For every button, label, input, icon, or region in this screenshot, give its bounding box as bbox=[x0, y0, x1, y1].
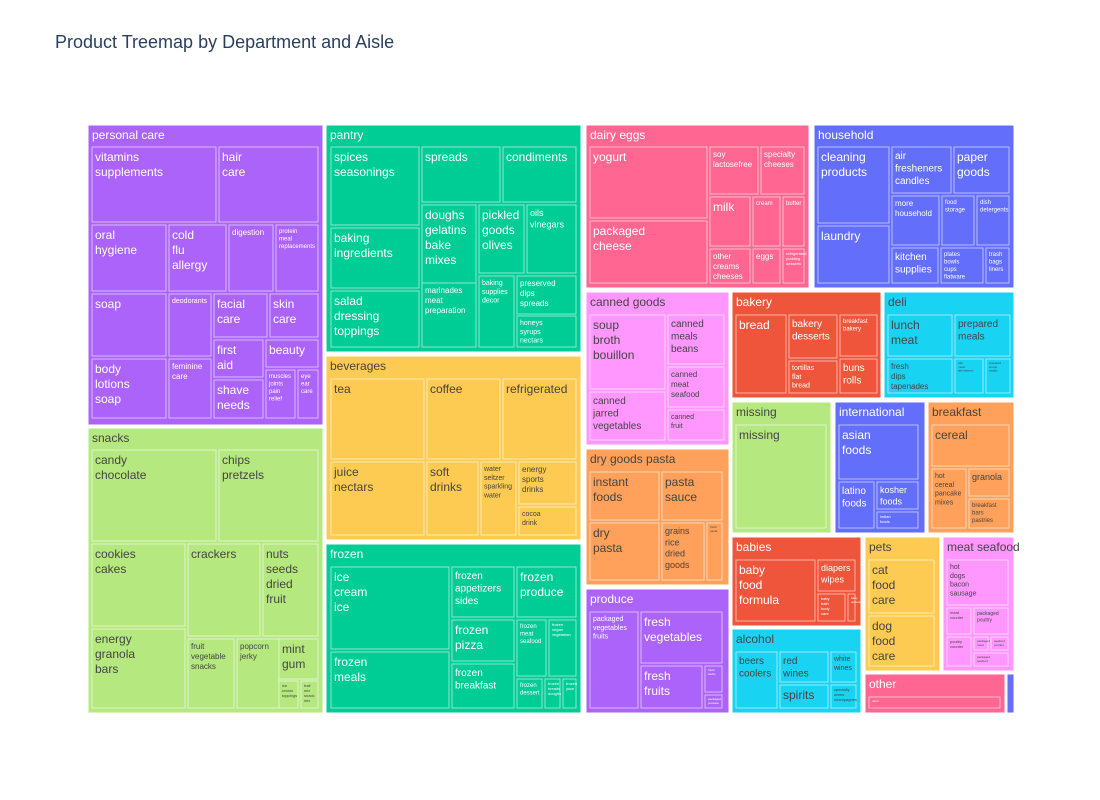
treemap-chart: personal carevitamins supplementshair care… bbox=[87, 124, 1020, 714]
aisle-label-kitchen-supplies: kitchen supplies bbox=[895, 252, 932, 276]
aisle-label-pasta-sauce: pasta sauce bbox=[665, 475, 697, 504]
aisle-label-indian-foods: indian foods bbox=[880, 514, 891, 524]
aisle-label-frozen-meals: frozen meals bbox=[334, 655, 367, 684]
department-international[interactable]: internationalasian foodslatino foodskosher… bbox=[834, 401, 926, 534]
aisle-label-honeys-syrups-nectars: honeys syrups nectars bbox=[520, 320, 543, 345]
department-missing[interactable]: missing missing bbox=[731, 401, 832, 534]
department-breakfast[interactable]: breakfastcerealhot cereal pancake mixesgran… bbox=[927, 401, 1015, 534]
aisle-label-cereal: cereal bbox=[935, 428, 968, 442]
department-bakery[interactable]: bakerybread bakery dessertsbreakfast bakery… bbox=[731, 291, 882, 399]
department-label-canned-goods: canned goods bbox=[590, 295, 665, 309]
department-label-pantry: pantry bbox=[330, 128, 363, 142]
aisle-label-eggs: eggs bbox=[756, 252, 773, 261]
aisle-label-beauty: beauty bbox=[269, 343, 305, 357]
department-canned-goods[interactable]: canned goodssoup broth bouilloncanned meals… bbox=[585, 291, 730, 446]
aisle-label-white-wines: white wines bbox=[833, 656, 852, 672]
aisle-label-milk: milk bbox=[713, 200, 735, 214]
department-meat-seafood[interactable]: meat seafoodhot dogs bacon sausagemeat count… bbox=[942, 536, 1020, 672]
department-label-dry-goods-pasta: dry goods pasta bbox=[590, 452, 676, 466]
department-label-deli: deli bbox=[888, 295, 907, 309]
department-label-international: international bbox=[839, 405, 904, 419]
aisle-label-specialty-cheeses: specialty cheeses bbox=[764, 150, 795, 169]
aisle-label-spreads: spreads bbox=[425, 150, 468, 164]
department-beverages[interactable]: beveragestea coffee refrigeratedjuice necta… bbox=[325, 355, 582, 541]
department-label-breakfast: breakfast bbox=[932, 405, 982, 419]
aisle-label-laundry: laundry bbox=[821, 229, 860, 243]
department-label-pets: pets bbox=[869, 540, 892, 554]
department-dairy-eggs[interactable]: dairy eggsyogurt soy lactosefreespecialty c… bbox=[585, 124, 810, 289]
aisle-label-lunch-meat: lunch meat bbox=[891, 318, 920, 347]
department-babies[interactable]: babiesbaby food formuladiapers wipesbaby bat… bbox=[731, 536, 867, 627]
aisle-label-tea: tea bbox=[334, 382, 351, 396]
department-label-frozen: frozen bbox=[330, 547, 363, 561]
aisle-label-granola: granola bbox=[972, 472, 1002, 482]
department-deli[interactable]: delilunch meatprepared mealsfresh dips tapen… bbox=[883, 291, 1015, 399]
aisle-label-yogurt: yogurt bbox=[593, 150, 627, 164]
department-pets[interactable]: petscat food caredog food care bbox=[864, 536, 941, 672]
aisle-label-cream: cream bbox=[756, 201, 773, 207]
aisle-label-asian-foods: asian foods bbox=[842, 428, 871, 457]
department-pantry[interactable]: pantryspices seasoningsspreads condimentsb… bbox=[325, 124, 582, 353]
aisle-label-crackers: crackers bbox=[191, 547, 236, 561]
aisle-label-energy-sports-drinks: energy sports drinks bbox=[522, 465, 546, 494]
department-label-alcohol: alcohol bbox=[736, 632, 774, 646]
aisle-label-paper-goods: paper goods bbox=[957, 150, 990, 179]
department-label-household: household bbox=[818, 128, 873, 142]
department-label-missing: missing bbox=[736, 405, 777, 419]
aisle-label-skin-care: skin care bbox=[273, 297, 297, 326]
aisle-label-spirits: spirits bbox=[783, 688, 814, 702]
aisle-label-deodorants: deodorants bbox=[172, 298, 208, 305]
aisle-label-butter: butter bbox=[786, 201, 801, 207]
department-frozen[interactable]: frozenice cream icefrozen appetizers sidesfr… bbox=[325, 543, 582, 714]
department-personal-care[interactable]: personal carevitamins supplementshair care… bbox=[87, 124, 324, 426]
department-label-meat-seafood: meat seafood bbox=[947, 540, 1020, 554]
aisle-label-fresh-fruits: fresh fruits bbox=[644, 669, 671, 698]
aisle-label-other: other bbox=[872, 699, 879, 703]
department-produce[interactable]: producepackaged vegetables fruitsfresh vege… bbox=[585, 588, 730, 714]
aisle-rect-other[interactable] bbox=[868, 696, 1001, 709]
aisle-label-condiments: condiments bbox=[506, 150, 567, 164]
aisle-label-shave-needs: shave needs bbox=[217, 383, 250, 412]
department-label-beverages: beverages bbox=[330, 359, 386, 373]
aisle-label-mint-gum: mint gum bbox=[282, 642, 305, 671]
aisle-label-coffee: coffee bbox=[430, 382, 463, 396]
department-label-bakery: bakery bbox=[736, 295, 772, 309]
aisle-label-baby-bath-body-care: baby bath body care bbox=[821, 596, 830, 616]
aisle-label-trash-bags-liners: trash bags liners bbox=[989, 252, 1003, 273]
department-label-babies: babies bbox=[736, 540, 771, 554]
aisle-label-seafood-counter: seafood counter bbox=[994, 639, 1005, 647]
department-label-snacks: snacks bbox=[92, 431, 129, 445]
department-label-produce: produce bbox=[590, 592, 634, 606]
department-other[interactable]: other other bbox=[864, 673, 1006, 714]
department-alcohol[interactable]: alcoholbeers coolersred wineswhite winesspi… bbox=[731, 628, 862, 714]
aisle-label-digestion: digestion bbox=[232, 228, 264, 237]
department-dry-goods-pasta[interactable]: dry goods pastainstant foodspasta saucedry… bbox=[585, 448, 730, 586]
department-label-dairy-eggs: dairy eggs bbox=[590, 128, 645, 142]
aisle-label-bread: bread bbox=[739, 318, 770, 332]
aisle-label-fresh-pasta: fresh pasta bbox=[710, 525, 718, 533]
aisle-label-soap: soap bbox=[95, 297, 121, 311]
aisle-label-missing: missing bbox=[739, 428, 780, 442]
department-bulk[interactable] bbox=[1006, 673, 1015, 714]
aisle-label-poultry-counter: poultry counter bbox=[950, 639, 964, 649]
aisle-label-latino-foods: latino foods bbox=[842, 486, 866, 510]
department-label-personal-care: personal care bbox=[92, 128, 165, 142]
department-snacks[interactable]: snackscandy chocolatechips pretzelscookies… bbox=[87, 427, 324, 714]
department-household[interactable]: householdcleaning productsair fresheners ca… bbox=[813, 124, 1015, 289]
department-label-other: other bbox=[869, 677, 896, 691]
department-rect-bulk[interactable] bbox=[1006, 673, 1015, 714]
aisle-label-cleaning-products: cleaning products bbox=[821, 150, 867, 179]
aisle-label-refrigerated: refrigerated bbox=[506, 382, 567, 396]
